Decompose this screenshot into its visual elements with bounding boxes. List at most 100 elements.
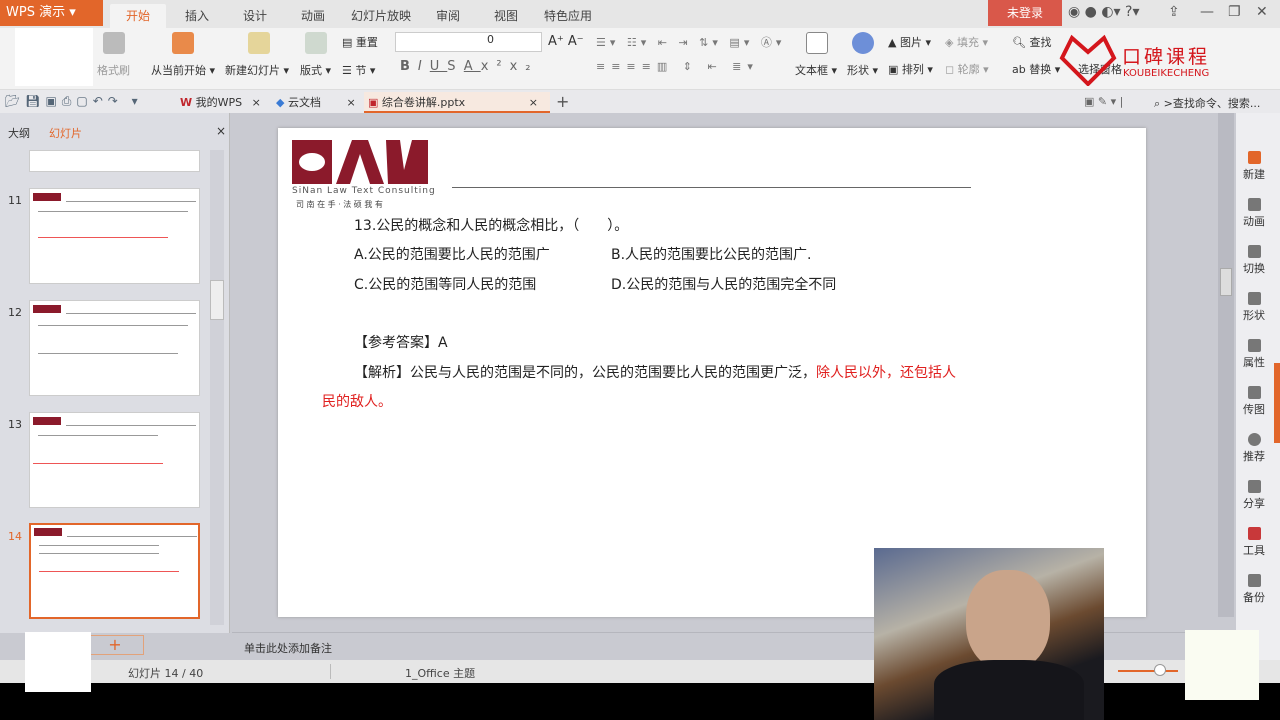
shape-icon: [852, 32, 874, 54]
doc-tab-active[interactable]: ▣ 综合卷讲解.pptx ×: [364, 92, 550, 113]
font-size-select[interactable]: 0: [484, 33, 540, 51]
picture-button[interactable]: ▲ 图片 ▾: [888, 34, 931, 50]
slide-thumb-13[interactable]: [29, 412, 200, 508]
close-button[interactable]: ✕: [1256, 4, 1268, 20]
font-style-buttons[interactable]: BIUSAx²x₂: [400, 59, 539, 74]
minimize-button[interactable]: —: [1200, 4, 1214, 20]
slide-canvas[interactable]: SiNan Law Text Consulting 司 南 在 手 · 法 硕 …: [278, 128, 1146, 617]
command-search[interactable]: ⌕ >查找命令、搜索...: [1154, 95, 1260, 111]
quick-access-icons[interactable]: 📂︎💾︎▣⎙▢↶↷ ▾: [5, 94, 143, 109]
right-sidebar: 新建 动画 切换 形状 属性 传图 推荐 分享 工具 备份: [1236, 113, 1280, 660]
skin-icon[interactable]: ◉ ● ◐▾ ?▾: [1068, 4, 1139, 20]
slide-count: 幻灯片 14 / 40: [128, 667, 204, 680]
answer-text: 【参考答案】A: [354, 335, 448, 351]
layout-button[interactable]: 版式 ▾: [300, 62, 331, 78]
vertical-scrollbar[interactable]: [1218, 113, 1234, 617]
fill-button[interactable]: ◈ 填充 ▾: [945, 34, 988, 50]
zoom-slider-thumb[interactable]: [1154, 664, 1166, 676]
wps-menu-button[interactable]: WPS 演示 ▾: [0, 0, 103, 26]
sidebar-recommend[interactable]: 推荐: [1236, 433, 1272, 464]
new-tab-button[interactable]: +: [556, 92, 569, 111]
divider: [330, 664, 331, 679]
overlay-patch: [1185, 630, 1259, 700]
tab-insert[interactable]: 插入: [172, 4, 222, 28]
layout-icon: [305, 32, 327, 54]
tab-design[interactable]: 设计: [230, 4, 280, 28]
tab-slides[interactable]: 幻灯片: [49, 125, 82, 141]
thumb-number: 11: [8, 194, 22, 207]
webcam-video: [874, 548, 1104, 720]
sidebar-shape[interactable]: 形状: [1236, 292, 1272, 323]
slide-thumb-12[interactable]: [29, 300, 200, 396]
sidebar-collapse-handle[interactable]: [1274, 363, 1280, 443]
analysis-text: 【解析】公民与人民的范围是不同的，公民的范围要比人民的范围更广泛，除人民以外，还…: [354, 365, 956, 381]
section-button[interactable]: ☰ 节 ▾: [342, 62, 375, 78]
tab-outline[interactable]: 大纲: [8, 125, 30, 141]
misc-toolbar-icons[interactable]: ▣ ✎ ▾ |: [1084, 95, 1123, 108]
saw-logo: [292, 140, 428, 184]
slide-thumb-14-selected[interactable]: [29, 523, 200, 619]
tab-home[interactable]: 开始: [110, 4, 166, 28]
align-icons[interactable]: ≡≡≡≡▥ ⇕ ⇤ ≣▾: [596, 60, 759, 73]
sidebar-animation[interactable]: 动画: [1236, 198, 1272, 229]
thumb-number: 14: [8, 530, 22, 543]
replace-button[interactable]: ab 替换 ▾: [1012, 61, 1060, 77]
outline-button[interactable]: ◻ 轮廓 ▾: [945, 61, 989, 77]
theme-name: 1_Office 主题: [405, 667, 476, 680]
option-a: A.公民的范围要比人民的范围广: [354, 247, 550, 263]
upload-icon[interactable]: ⇪: [1168, 4, 1180, 20]
arrange-button[interactable]: ▣ 排列 ▾: [888, 61, 933, 77]
format-painter-icon: [103, 32, 125, 54]
logo-subtitle: SiNan Law Text Consulting: [292, 186, 436, 196]
sidebar-new[interactable]: 新建: [1236, 151, 1272, 182]
tab-special[interactable]: 特色应用: [538, 4, 598, 28]
tab-slideshow[interactable]: 幻灯片放映: [346, 4, 416, 28]
doc-tab-my-wps[interactable]: W 我的WPS ×: [176, 92, 266, 113]
find-button[interactable]: 🔍︎ 查找: [1012, 34, 1051, 50]
textbox-button[interactable]: 文本框 ▾: [795, 62, 837, 78]
watermark-sub: KOUBEIKECHENG: [1123, 68, 1210, 79]
textbox-icon: [806, 32, 828, 54]
new-slide-icon: [248, 32, 270, 54]
question-text: 13.公民的概念和人民的概念相比，（ ）。: [354, 218, 629, 234]
play-icon: [172, 32, 194, 54]
thumb-number: 12: [8, 306, 22, 319]
paragraph-icons[interactable]: ☰▾ ☷▾ ⇤ ⇥ ⇅▾ ▤▾ Ⓐ▾: [596, 34, 785, 50]
add-slide-button[interactable]: +: [86, 635, 144, 655]
maximize-button[interactable]: ❐: [1228, 4, 1241, 20]
sidebar-transition[interactable]: 切换: [1236, 245, 1272, 276]
presenter-face: [966, 570, 1050, 670]
sidebar-upload-image[interactable]: 传图: [1236, 386, 1272, 417]
analysis-text-cont: 民的敌人。: [322, 394, 392, 410]
thumb-number: 13: [8, 418, 22, 431]
zoom-slider[interactable]: [1118, 670, 1178, 672]
format-painter-button[interactable]: 格式刷: [97, 62, 130, 78]
watermark-title: 口碑课程: [1122, 46, 1211, 68]
notes-placeholder: 单击此处添加备注: [244, 642, 332, 655]
sidebar-properties[interactable]: 属性: [1236, 339, 1272, 370]
overlay-patch: [25, 632, 91, 692]
doc-tab-cloud[interactable]: ◆ 云文档 ×: [272, 92, 362, 113]
header-line: [452, 187, 971, 188]
logo-cn: 司 南 在 手 · 法 硕 我 有: [296, 200, 383, 209]
login-button[interactable]: 未登录: [988, 0, 1062, 26]
watermark-heart-logo: [1058, 34, 1118, 87]
sidebar-tools[interactable]: 工具: [1236, 527, 1272, 558]
sidebar-backup[interactable]: 备份: [1236, 574, 1272, 605]
option-d: D.公民的范围与人民的范围完全不同: [611, 277, 837, 293]
slide-thumb-10[interactable]: [29, 150, 200, 172]
tab-view[interactable]: 视图: [481, 4, 531, 28]
tab-animation[interactable]: 动画: [288, 4, 338, 28]
sidebar-share[interactable]: 分享: [1236, 480, 1272, 511]
slide-thumb-11[interactable]: [29, 188, 200, 284]
overlay-patch: [15, 28, 93, 86]
reset-button[interactable]: ▤ 重置: [342, 34, 378, 50]
new-slide-button[interactable]: 新建幻灯片 ▾: [225, 62, 289, 78]
from-current-button[interactable]: 从当前开始 ▾: [151, 62, 215, 78]
shape-button[interactable]: 形状 ▾: [847, 62, 878, 78]
panel-scrollbar[interactable]: [210, 150, 224, 625]
font-grow-icon[interactable]: A⁺ A⁻: [548, 34, 584, 49]
app-name: WPS 演示: [6, 5, 66, 20]
tab-review[interactable]: 审阅: [423, 4, 473, 28]
panel-close-icon[interactable]: ×: [216, 124, 226, 138]
